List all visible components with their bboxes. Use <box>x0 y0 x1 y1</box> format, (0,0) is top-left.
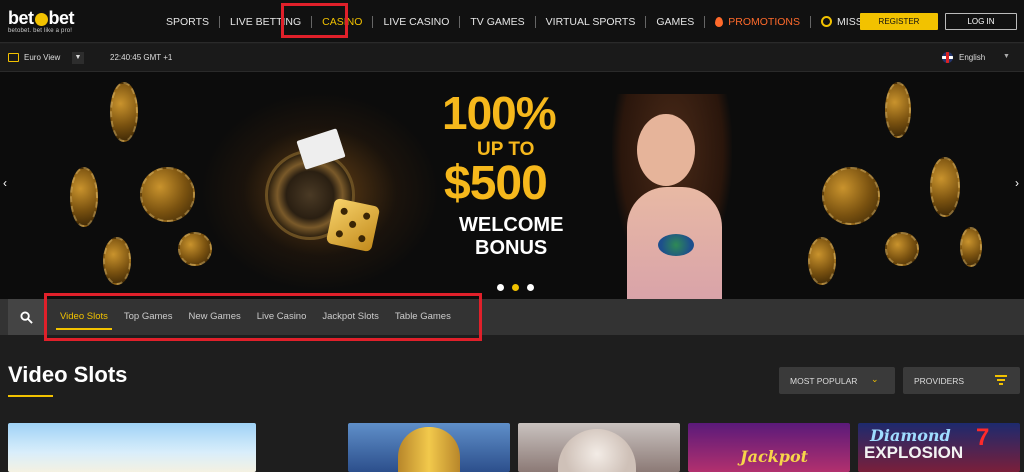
casino-chip-image <box>930 157 960 217</box>
game-tile[interactable]: Jackpot <box>688 423 850 472</box>
providers-dropdown[interactable]: PROVIDERS <box>903 367 1020 394</box>
nav-promotions[interactable]: PROMOTIONS <box>705 0 810 43</box>
model-image-face <box>637 114 695 186</box>
pharaoh-image <box>398 427 460 472</box>
lion-image <box>558 429 636 472</box>
nav-promotions-label: PROMOTIONS <box>728 15 801 28</box>
nav-sports[interactable]: SPORTS <box>156 0 219 43</box>
chevron-down-icon[interactable]: ▼ <box>72 52 84 64</box>
sort-dropdown-label: MOST POPULAR <box>790 376 858 386</box>
promo-amount: $500 <box>444 157 548 210</box>
carousel-next-arrow-icon[interactable]: › <box>1015 176 1019 190</box>
game-tile[interactable] <box>348 423 510 472</box>
language-selector[interactable]: English <box>959 53 985 62</box>
game-tile[interactable] <box>8 423 256 472</box>
game-title-explosion: EXPLOSION <box>864 443 964 462</box>
carousel-dot[interactable] <box>527 284 534 291</box>
carousel-prev-arrow-icon[interactable]: ‹ <box>3 176 7 190</box>
main-menu: SPORTS LIVE BETTING CASINO LIVE CASINO T… <box>156 0 898 43</box>
casino-chip-image <box>885 232 919 266</box>
top-navigation: bet bet betobet. bet like a pro! SPORTS L… <box>0 0 1024 43</box>
carousel-dots <box>497 284 534 291</box>
chevron-down-icon[interactable]: ▼ <box>1003 53 1010 60</box>
dice-image <box>325 197 381 253</box>
brand-logo[interactable]: bet bet betobet. bet like a pro! <box>8 9 74 34</box>
sub-bar: Euro View ▼ 22:40:45 GMT +1 English ▼ <box>0 44 1024 72</box>
logo-ball-icon <box>34 12 48 26</box>
nav-live-casino[interactable]: LIVE CASINO <box>373 0 459 43</box>
lucky-seven-badge: 7 <box>976 424 990 451</box>
casino-chip-image <box>808 237 836 285</box>
clock-display: 22:40:45 GMT +1 <box>110 53 173 62</box>
register-button[interactable]: REGISTER <box>860 13 938 30</box>
coin-icon <box>821 16 833 27</box>
carousel-dot-active[interactable] <box>512 284 519 291</box>
providers-dropdown-label: PROVIDERS <box>914 376 965 386</box>
login-button[interactable]: LOG IN <box>945 13 1017 30</box>
title-underline <box>8 395 53 397</box>
casino-chip-image <box>103 237 131 285</box>
game-title-jackpot: Jackpot <box>740 447 809 466</box>
carousel-dot[interactable] <box>497 284 504 291</box>
filter-icon <box>995 375 1007 385</box>
game-tile[interactable]: Diamond EXPLOSION 7 <box>858 423 1020 472</box>
promo-bonus: BONUS <box>475 237 548 259</box>
view-mode-icon <box>8 53 19 62</box>
casino-chip-image <box>178 232 212 266</box>
logo-text-right: bet <box>48 8 75 28</box>
highlight-box-category-tabs <box>44 293 482 341</box>
casino-chip-image <box>885 82 911 138</box>
casino-chip-image <box>960 227 982 267</box>
casino-chip-image <box>110 82 138 142</box>
highlight-box-casino <box>281 3 348 38</box>
sort-dropdown[interactable]: MOST POPULAR ⌄ <box>779 367 895 394</box>
promo-welcome: WELCOME <box>459 214 564 236</box>
chevron-down-icon: ⌄ <box>871 374 879 384</box>
search-button[interactable] <box>8 299 44 335</box>
casino-chip-image <box>140 167 195 222</box>
search-icon <box>19 310 33 324</box>
game-tile[interactable] <box>518 423 680 472</box>
promo-banner[interactable]: 100% UP TO $500 WELCOME BONUS ‹ › <box>0 72 1024 299</box>
nav-tv-games[interactable]: TV GAMES <box>460 0 534 43</box>
uk-flag-icon <box>942 52 953 63</box>
nav-virtual-sports[interactable]: VIRTUAL SPORTS <box>536 0 646 43</box>
logo-text-left: bet <box>8 8 34 28</box>
logo-tagline: betobet. bet like a pro! <box>8 28 73 34</box>
casino-chip-image <box>822 167 880 225</box>
section-title: Video Slots <box>8 362 128 387</box>
nav-games[interactable]: GAMES <box>646 0 704 43</box>
promo-headline: 100% <box>442 87 557 139</box>
chips-in-hands-image <box>658 234 694 256</box>
casino-chip-image <box>70 167 98 227</box>
flame-icon <box>715 16 724 27</box>
view-mode-label[interactable]: Euro View <box>24 53 60 62</box>
